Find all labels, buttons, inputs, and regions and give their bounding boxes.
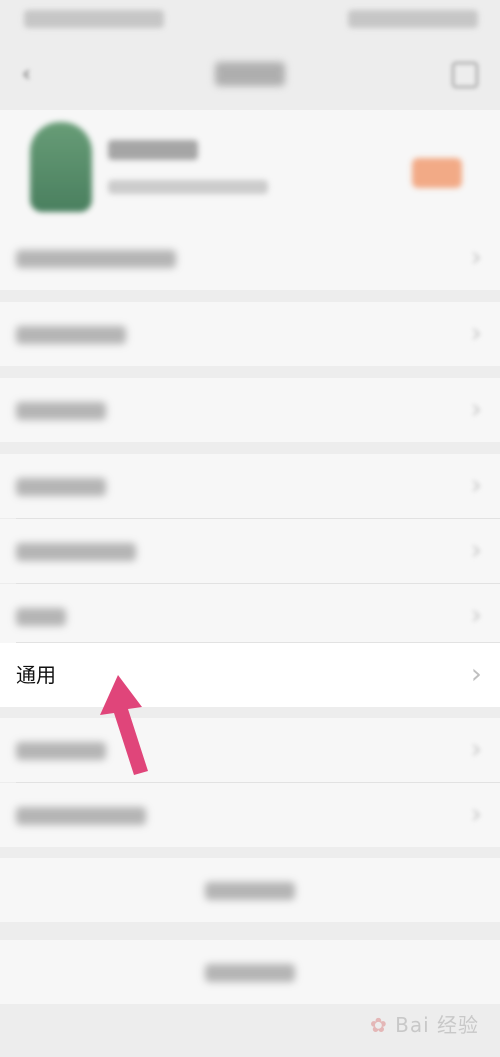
settings-row-label bbox=[16, 402, 106, 420]
chevron-right-icon: › bbox=[470, 392, 482, 425]
profile-name bbox=[108, 140, 198, 160]
chevron-right-icon: › bbox=[470, 797, 482, 830]
action-label bbox=[205, 882, 295, 900]
chevron-right-icon: › bbox=[470, 732, 482, 765]
watermark: ✿ Bai 经验 bbox=[370, 1011, 480, 1039]
status-bar-right-indicators bbox=[348, 10, 478, 28]
page-title bbox=[215, 62, 285, 86]
settings-row-label bbox=[16, 478, 106, 496]
action-label bbox=[205, 964, 295, 982]
pointer-arrow bbox=[100, 675, 148, 775]
action-button-1[interactable] bbox=[0, 858, 500, 922]
profile-subtitle bbox=[108, 180, 268, 194]
back-arrow-icon[interactable]: ‹ bbox=[22, 64, 44, 86]
avatar bbox=[30, 122, 92, 212]
paw-icon: ✿ bbox=[370, 1013, 388, 1037]
chevron-right-icon: › bbox=[470, 240, 482, 273]
chevron-right-icon: › bbox=[470, 316, 482, 349]
settings-row-label bbox=[16, 742, 106, 760]
settings-row-1[interactable]: › bbox=[0, 226, 500, 290]
settings-row-3[interactable]: › bbox=[0, 378, 500, 442]
settings-row-9[interactable]: › bbox=[0, 783, 500, 847]
settings-row-general[interactable]: 通用 › bbox=[0, 643, 500, 707]
action-button-2[interactable] bbox=[0, 940, 500, 1004]
chevron-right-icon: › bbox=[470, 533, 482, 566]
settings-row-5[interactable]: › bbox=[0, 519, 500, 583]
settings-row-label bbox=[16, 608, 66, 626]
profile-badge[interactable] bbox=[412, 158, 462, 188]
settings-row-4[interactable]: › bbox=[0, 454, 500, 518]
chevron-right-icon: › bbox=[470, 657, 482, 690]
status-bar bbox=[0, 0, 500, 40]
chevron-right-icon: › bbox=[470, 598, 482, 631]
more-menu-icon[interactable] bbox=[452, 62, 478, 88]
settings-row-label bbox=[16, 543, 136, 561]
settings-row-label bbox=[16, 807, 146, 825]
profile-card[interactable] bbox=[0, 110, 500, 230]
settings-row-general-label: 通用 bbox=[16, 663, 56, 687]
watermark-text: Bai 经验 bbox=[395, 1013, 480, 1037]
settings-row-label bbox=[16, 250, 176, 268]
nav-bar: ‹ bbox=[0, 40, 500, 110]
chevron-right-icon: › bbox=[470, 468, 482, 501]
status-bar-left-icons bbox=[24, 10, 164, 28]
settings-row-2[interactable]: › bbox=[0, 302, 500, 366]
settings-row-6[interactable]: › bbox=[0, 584, 500, 648]
settings-row-label bbox=[16, 326, 126, 344]
settings-row-8[interactable]: › bbox=[0, 718, 500, 782]
